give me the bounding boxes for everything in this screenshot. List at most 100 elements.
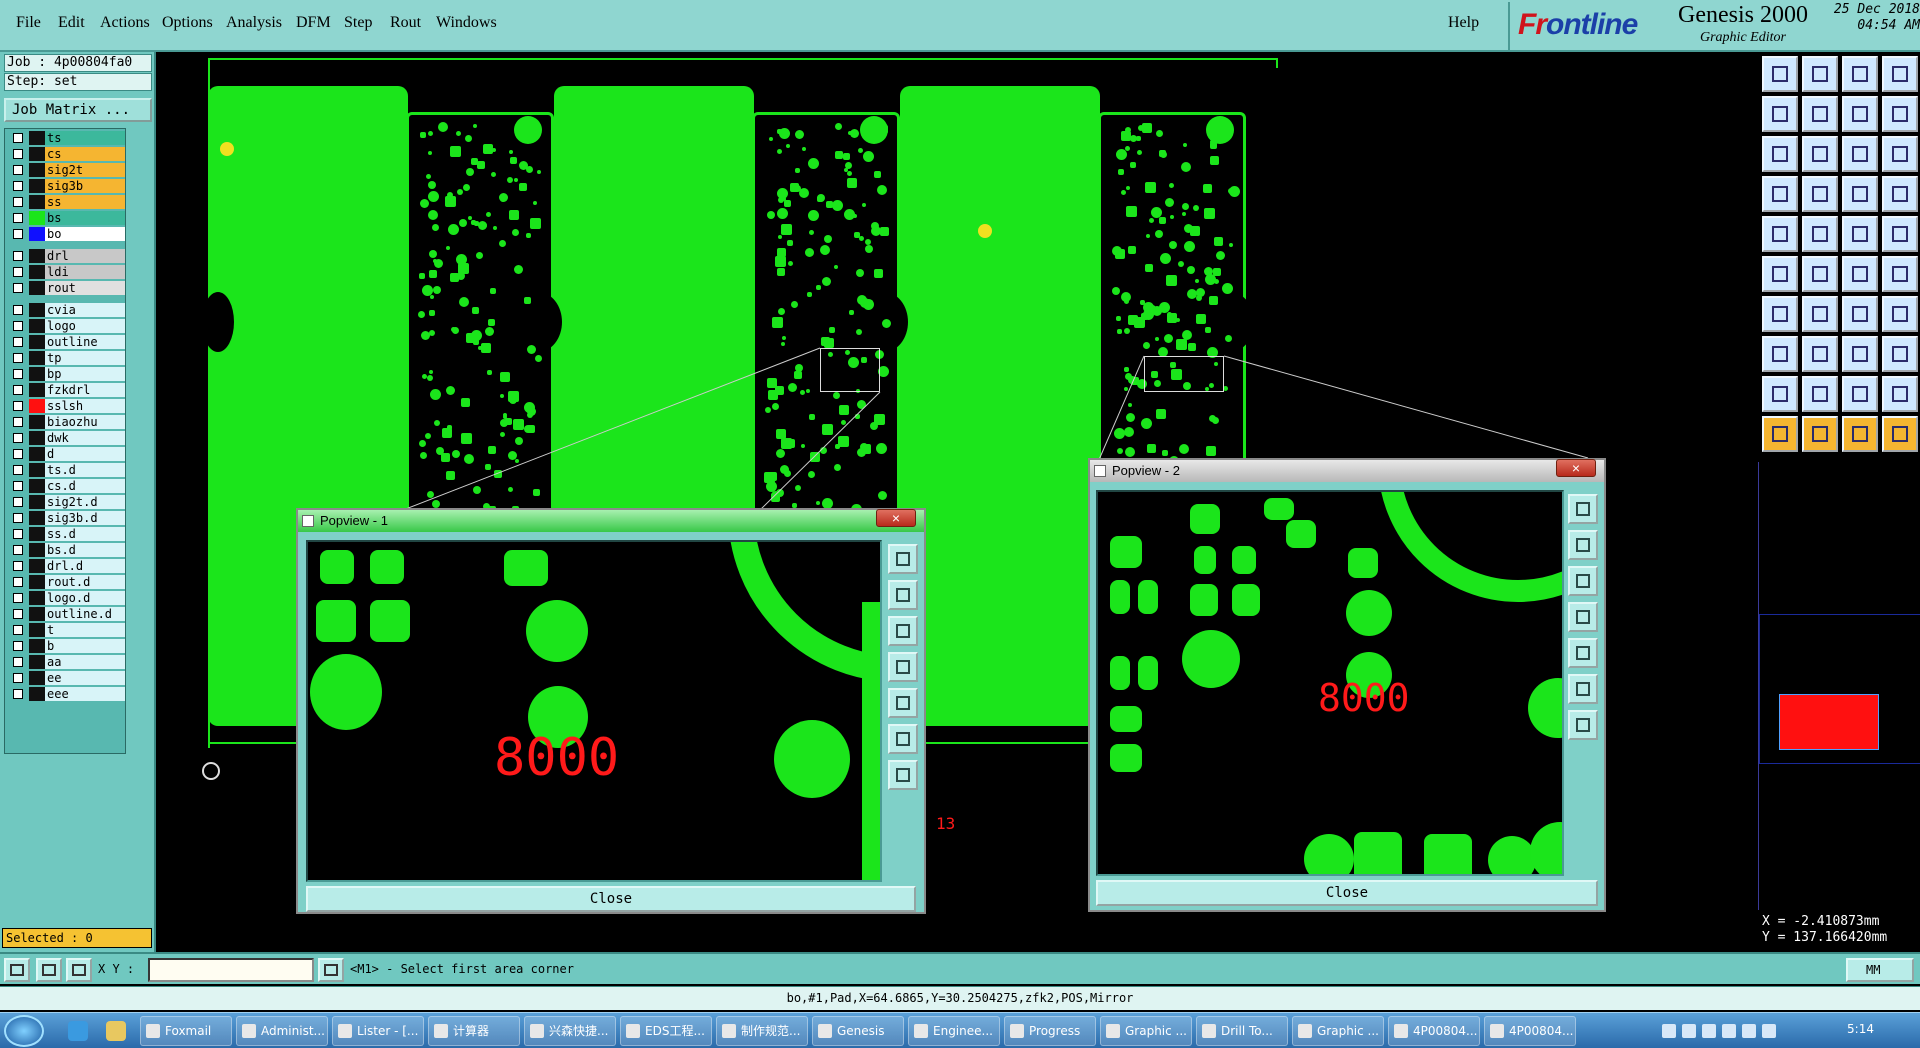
pointer-icon[interactable] xyxy=(1762,416,1798,452)
layer-checkbox[interactable] xyxy=(13,433,23,443)
menu-help[interactable]: Help xyxy=(1448,12,1479,34)
popview-1-window[interactable]: Popview - 1 × 8000 Close xyxy=(296,508,926,914)
popview-1-close-button[interactable]: Close xyxy=(306,886,916,912)
layer-checkbox[interactable] xyxy=(13,213,23,223)
layer-checkbox[interactable] xyxy=(13,417,23,427)
menu-edit[interactable]: Edit xyxy=(52,12,91,34)
pan-right-icon[interactable] xyxy=(1568,638,1598,668)
tray-icon[interactable] xyxy=(1762,1024,1776,1038)
layer-row-ss[interactable]: ss xyxy=(7,195,125,209)
layer-checkbox[interactable] xyxy=(13,251,23,261)
node-icon[interactable] xyxy=(1762,256,1798,292)
layer-checkbox[interactable] xyxy=(13,625,23,635)
grid-icon[interactable] xyxy=(1802,176,1838,212)
layer-row-bp[interactable]: bp xyxy=(7,367,125,381)
folder-icon[interactable] xyxy=(106,1021,126,1041)
layer-row-ts[interactable]: ts xyxy=(7,131,125,145)
layer-checkbox[interactable] xyxy=(13,497,23,507)
popview-2-close-icon[interactable]: × xyxy=(1556,459,1596,477)
layer-color-swatch[interactable] xyxy=(29,265,45,279)
pan-left-icon[interactable] xyxy=(1568,602,1598,632)
layer-row-rout[interactable]: rout xyxy=(7,281,125,295)
layer-row-logo.d[interactable]: logo.d xyxy=(7,591,125,605)
tray-icon[interactable] xyxy=(1742,1024,1756,1038)
save-icon[interactable] xyxy=(1802,56,1838,92)
layer-color-swatch[interactable] xyxy=(29,479,45,493)
layer-row-cs[interactable]: cs xyxy=(7,147,125,161)
navigator-view[interactable] xyxy=(1758,462,1920,912)
layer-checkbox[interactable] xyxy=(13,267,23,277)
layer-color-swatch[interactable] xyxy=(29,671,45,685)
taskbar-item[interactable]: Graphic ... xyxy=(1292,1016,1384,1046)
pan-down-icon[interactable] xyxy=(888,616,918,646)
layer-color-swatch[interactable] xyxy=(29,511,45,525)
pad-icon[interactable] xyxy=(1762,216,1798,252)
layer-color-swatch[interactable] xyxy=(29,335,45,349)
arc-icon[interactable] xyxy=(1842,256,1878,292)
layer-color-swatch[interactable] xyxy=(29,399,45,413)
fan-icon[interactable] xyxy=(1882,256,1918,292)
edit-pointer-icon[interactable] xyxy=(1842,416,1878,452)
layer-checkbox[interactable] xyxy=(13,529,23,539)
layer-checkbox[interactable] xyxy=(13,449,23,459)
xy-input[interactable] xyxy=(148,958,314,982)
pan-right-icon[interactable] xyxy=(1802,96,1838,132)
layer-row-cvia[interactable]: cvia xyxy=(7,303,125,317)
layer-checkbox[interactable] xyxy=(13,481,23,491)
taskbar-item[interactable]: Progress xyxy=(1004,1016,1096,1046)
layer-row-sig3b[interactable]: sig3b xyxy=(7,179,125,193)
layer-row-bs.d[interactable]: bs.d xyxy=(7,543,125,557)
layer-checkbox[interactable] xyxy=(13,133,23,143)
tri-c-icon[interactable] xyxy=(1882,376,1918,412)
layer-row-bs[interactable]: bs xyxy=(7,211,125,225)
layer-color-swatch[interactable] xyxy=(29,195,45,209)
info-icon[interactable] xyxy=(318,958,344,982)
layer-color-swatch[interactable] xyxy=(29,131,45,145)
route-icon[interactable] xyxy=(1882,416,1918,452)
job-matrix-button[interactable]: Job Matrix ... xyxy=(4,98,152,122)
layers-icon[interactable] xyxy=(1882,96,1918,132)
layer-row-sig2t[interactable]: sig2t xyxy=(7,163,125,177)
pan-right-icon[interactable] xyxy=(888,688,918,718)
layer-checkbox[interactable] xyxy=(13,513,23,523)
layer-row-outline[interactable]: outline xyxy=(7,335,125,349)
tray-icon[interactable] xyxy=(1682,1024,1696,1038)
pan-up-icon[interactable] xyxy=(1568,530,1598,560)
taskbar-item[interactable]: 兴森快捷... xyxy=(524,1016,616,1046)
line-icon[interactable] xyxy=(1842,216,1878,252)
taskbar-item[interactable]: Drill To... xyxy=(1196,1016,1288,1046)
menu-dfm[interactable]: DFM xyxy=(290,12,337,34)
layer-checkbox[interactable] xyxy=(13,321,23,331)
layer-row-drl.d[interactable]: drl.d xyxy=(7,559,125,573)
layer-checkbox[interactable] xyxy=(13,385,23,395)
taskbar-item[interactable]: EDS工程... xyxy=(620,1016,712,1046)
layer-row-tp[interactable]: tp xyxy=(7,351,125,365)
taskbar-item[interactable]: Foxmail xyxy=(140,1016,232,1046)
zoom-in-icon[interactable] xyxy=(888,724,918,754)
layer-row-cs.d[interactable]: cs.d xyxy=(7,479,125,493)
layer-color-swatch[interactable] xyxy=(29,249,45,263)
layer-checkbox[interactable] xyxy=(13,545,23,555)
layer-row-ts.d[interactable]: ts.d xyxy=(7,463,125,477)
taskbar-item[interactable]: 4P00804... xyxy=(1484,1016,1576,1046)
select-icon[interactable] xyxy=(1802,416,1838,452)
menu-step[interactable]: Step xyxy=(338,12,378,34)
layer-color-swatch[interactable] xyxy=(29,431,45,445)
rotate-icon[interactable] xyxy=(1842,296,1878,332)
taskbar-item[interactable]: Lister - [... xyxy=(332,1016,424,1046)
pan-left-icon[interactable] xyxy=(888,652,918,682)
layer-checkbox[interactable] xyxy=(13,369,23,379)
layer-color-swatch[interactable] xyxy=(29,303,45,317)
layer-row-t[interactable]: t xyxy=(7,623,125,637)
square-icon[interactable] xyxy=(1882,336,1918,372)
taskbar-item[interactable]: Administ... xyxy=(236,1016,328,1046)
dot-icon[interactable] xyxy=(1762,336,1798,372)
zoom-out-icon[interactable] xyxy=(888,760,918,790)
popview-1-titlebar[interactable]: Popview - 1 xyxy=(298,510,924,532)
layer-checkbox[interactable] xyxy=(13,165,23,175)
ie-icon[interactable] xyxy=(68,1021,88,1041)
layer-row-ldi[interactable]: ldi xyxy=(7,265,125,279)
center-icon[interactable] xyxy=(1802,136,1838,172)
layer-color-swatch[interactable] xyxy=(29,367,45,381)
layer-color-swatch[interactable] xyxy=(29,543,45,557)
